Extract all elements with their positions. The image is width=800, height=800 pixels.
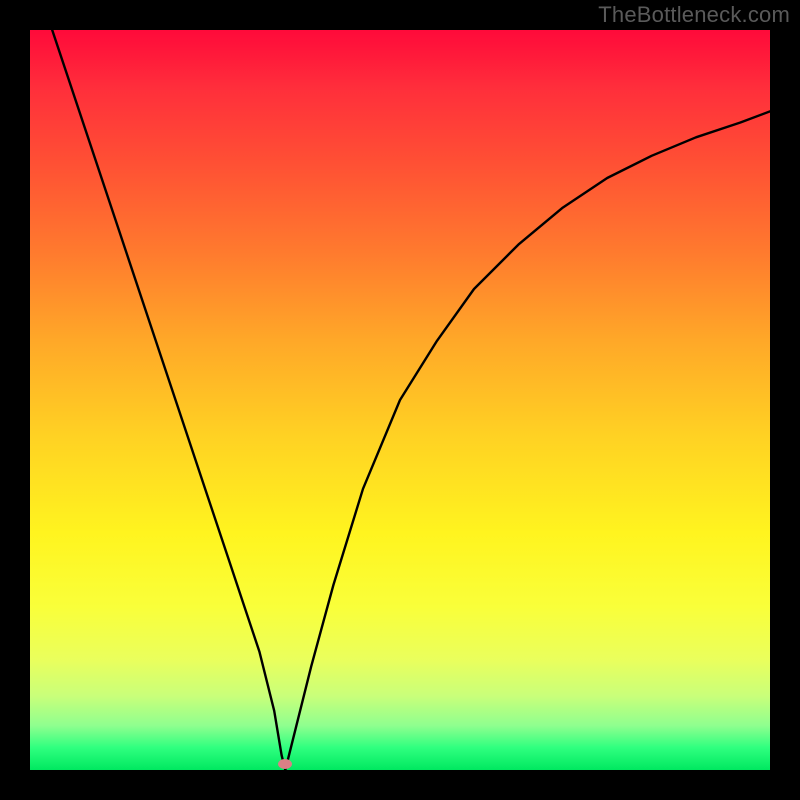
watermark-text: TheBottleneck.com bbox=[598, 2, 790, 28]
plot-area bbox=[30, 30, 770, 770]
chart-frame: TheBottleneck.com bbox=[0, 0, 800, 800]
bottleneck-curve bbox=[30, 30, 770, 770]
cusp-marker-icon bbox=[278, 759, 292, 769]
